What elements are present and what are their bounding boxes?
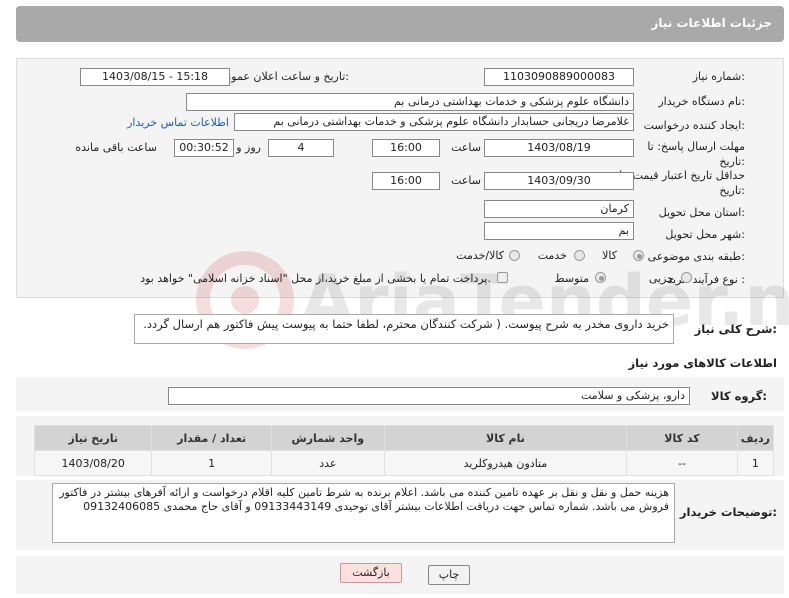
page-title: جزئیات اطلاعات نیاز bbox=[651, 16, 772, 30]
treasury-payment-checkbox[interactable] bbox=[497, 272, 508, 283]
page-header: جزئیات اطلاعات نیاز bbox=[16, 6, 784, 42]
reply-time-field: 16:00 bbox=[372, 139, 440, 157]
purchase-type-label: نوع فرآیند خرید : bbox=[667, 273, 745, 286]
reply-date-field: 1403/08/19 bbox=[484, 139, 634, 157]
buyer-notes-label: توضیحات خریدار: bbox=[679, 505, 777, 519]
reply-deadline-label: مهلت ارسال پاسخ: تا تاریخ: bbox=[625, 139, 745, 169]
items-table: ردیف کد کالا نام کالا واحد شمارش تعداد /… bbox=[33, 425, 775, 476]
price-date-field: 1403/09/30 bbox=[484, 172, 634, 190]
cell-date: 1403/08/20 bbox=[33, 450, 153, 476]
cell-qty: 1 bbox=[151, 450, 272, 476]
days-field: 4 bbox=[268, 139, 334, 157]
description-label: شرح کلی نیاز: bbox=[694, 322, 777, 336]
buyer-org-label: نام دستگاه خریدار: bbox=[658, 95, 745, 108]
print-button[interactable]: چاپ bbox=[428, 565, 470, 585]
col-code: کد کالا bbox=[626, 425, 738, 451]
col-unit: واحد شمارش bbox=[270, 425, 385, 451]
cell-unit: عدد bbox=[270, 450, 385, 476]
remaining-time-field: 00:30:52 bbox=[174, 139, 234, 157]
back-button[interactable]: بازگشت bbox=[340, 563, 402, 583]
requester-label: ایجاد کننده درخواست: bbox=[643, 119, 745, 132]
requester-field: غلامرضا دریجانی حسابدار دانشگاه علوم پزش… bbox=[234, 113, 634, 131]
category-service-label: خدمت bbox=[537, 249, 567, 262]
reply-deadline-text: مهلت ارسال پاسخ: تا تاریخ: bbox=[647, 140, 745, 168]
col-date: تاریخ نیاز bbox=[33, 425, 153, 451]
category-both-label: کالا/خدمت bbox=[456, 249, 504, 262]
buyer-org-field: دانشگاه علوم پزشکی و خدمات بهداشتی درمان… bbox=[186, 93, 634, 111]
table-row[interactable]: 1 -- متادون هیدروکلرید عدد 1 1403/08/20 bbox=[33, 450, 775, 476]
description-textarea[interactable]: خرید داروی مخدر به شرح پیوست. ( شرکت کنن… bbox=[134, 314, 674, 344]
announce-field: 1403/08/15 - 15:18 bbox=[80, 68, 230, 86]
category-label: طبقه بندی موضوعی: bbox=[647, 250, 745, 263]
price-validity-text: حداقل تاریخ اعتبار قیمت: تا تاریخ: bbox=[619, 169, 745, 197]
category-goods-radio[interactable] bbox=[633, 250, 644, 261]
goods-group-field: دارو، پزشکی و سلامت bbox=[168, 387, 690, 405]
col-name: نام کالا bbox=[383, 425, 628, 451]
city-field: بم bbox=[484, 222, 634, 240]
goods-group-label: گروه کالا: bbox=[711, 389, 767, 403]
announce-label: تاریخ و ساعت اعلان عمومی: bbox=[216, 70, 349, 83]
col-row: ردیف bbox=[736, 425, 775, 451]
items-table-wrap: ردیف کد کالا نام کالا واحد شمارش تعداد /… bbox=[33, 425, 775, 476]
category-both-radio[interactable] bbox=[509, 250, 520, 261]
category-service-radio[interactable] bbox=[574, 250, 585, 261]
city-label: شهر محل تحویل: bbox=[665, 228, 745, 241]
remaining-time-label: ساعت باقی مانده bbox=[75, 141, 157, 154]
purchase-medium-radio[interactable] bbox=[595, 272, 606, 283]
buyer-contact-link[interactable]: اطلاعات تماس خریدار bbox=[127, 116, 229, 129]
days-label: روز و bbox=[236, 141, 261, 154]
buyer-notes-textarea[interactable]: هزینه حمل و نقل و نقل بر عهده تامین کنند… bbox=[52, 483, 675, 543]
need-number-field: 1103090889000083 bbox=[484, 68, 634, 86]
cell-code: -- bbox=[626, 450, 738, 476]
cell-name: متادون هیدروکلرید bbox=[383, 450, 628, 476]
province-label: استان محل تحویل: bbox=[658, 206, 745, 219]
cell-row: 1 bbox=[736, 450, 775, 476]
purchase-minor-label: جزیی bbox=[648, 272, 674, 285]
need-number-label: شماره نیاز: bbox=[692, 70, 745, 83]
purchase-medium-label: متوسط bbox=[554, 272, 589, 285]
treasury-payment-note: پرداخت تمام یا بخشی از مبلغ خرید،از محل … bbox=[140, 272, 491, 285]
province-field: کرمان bbox=[484, 200, 634, 218]
items-table-header: ردیف کد کالا نام کالا واحد شمارش تعداد /… bbox=[33, 425, 775, 451]
price-time-field: 16:00 bbox=[372, 172, 440, 190]
reply-time-label: ساعت bbox=[451, 141, 481, 154]
goods-section-title: اطلاعات کالاهای مورد نیاز bbox=[628, 356, 777, 370]
col-qty: تعداد / مقدار bbox=[151, 425, 272, 451]
category-goods-label: کالا bbox=[602, 249, 617, 262]
purchase-minor-radio[interactable] bbox=[681, 272, 692, 283]
price-time-label: ساعت bbox=[451, 174, 481, 187]
